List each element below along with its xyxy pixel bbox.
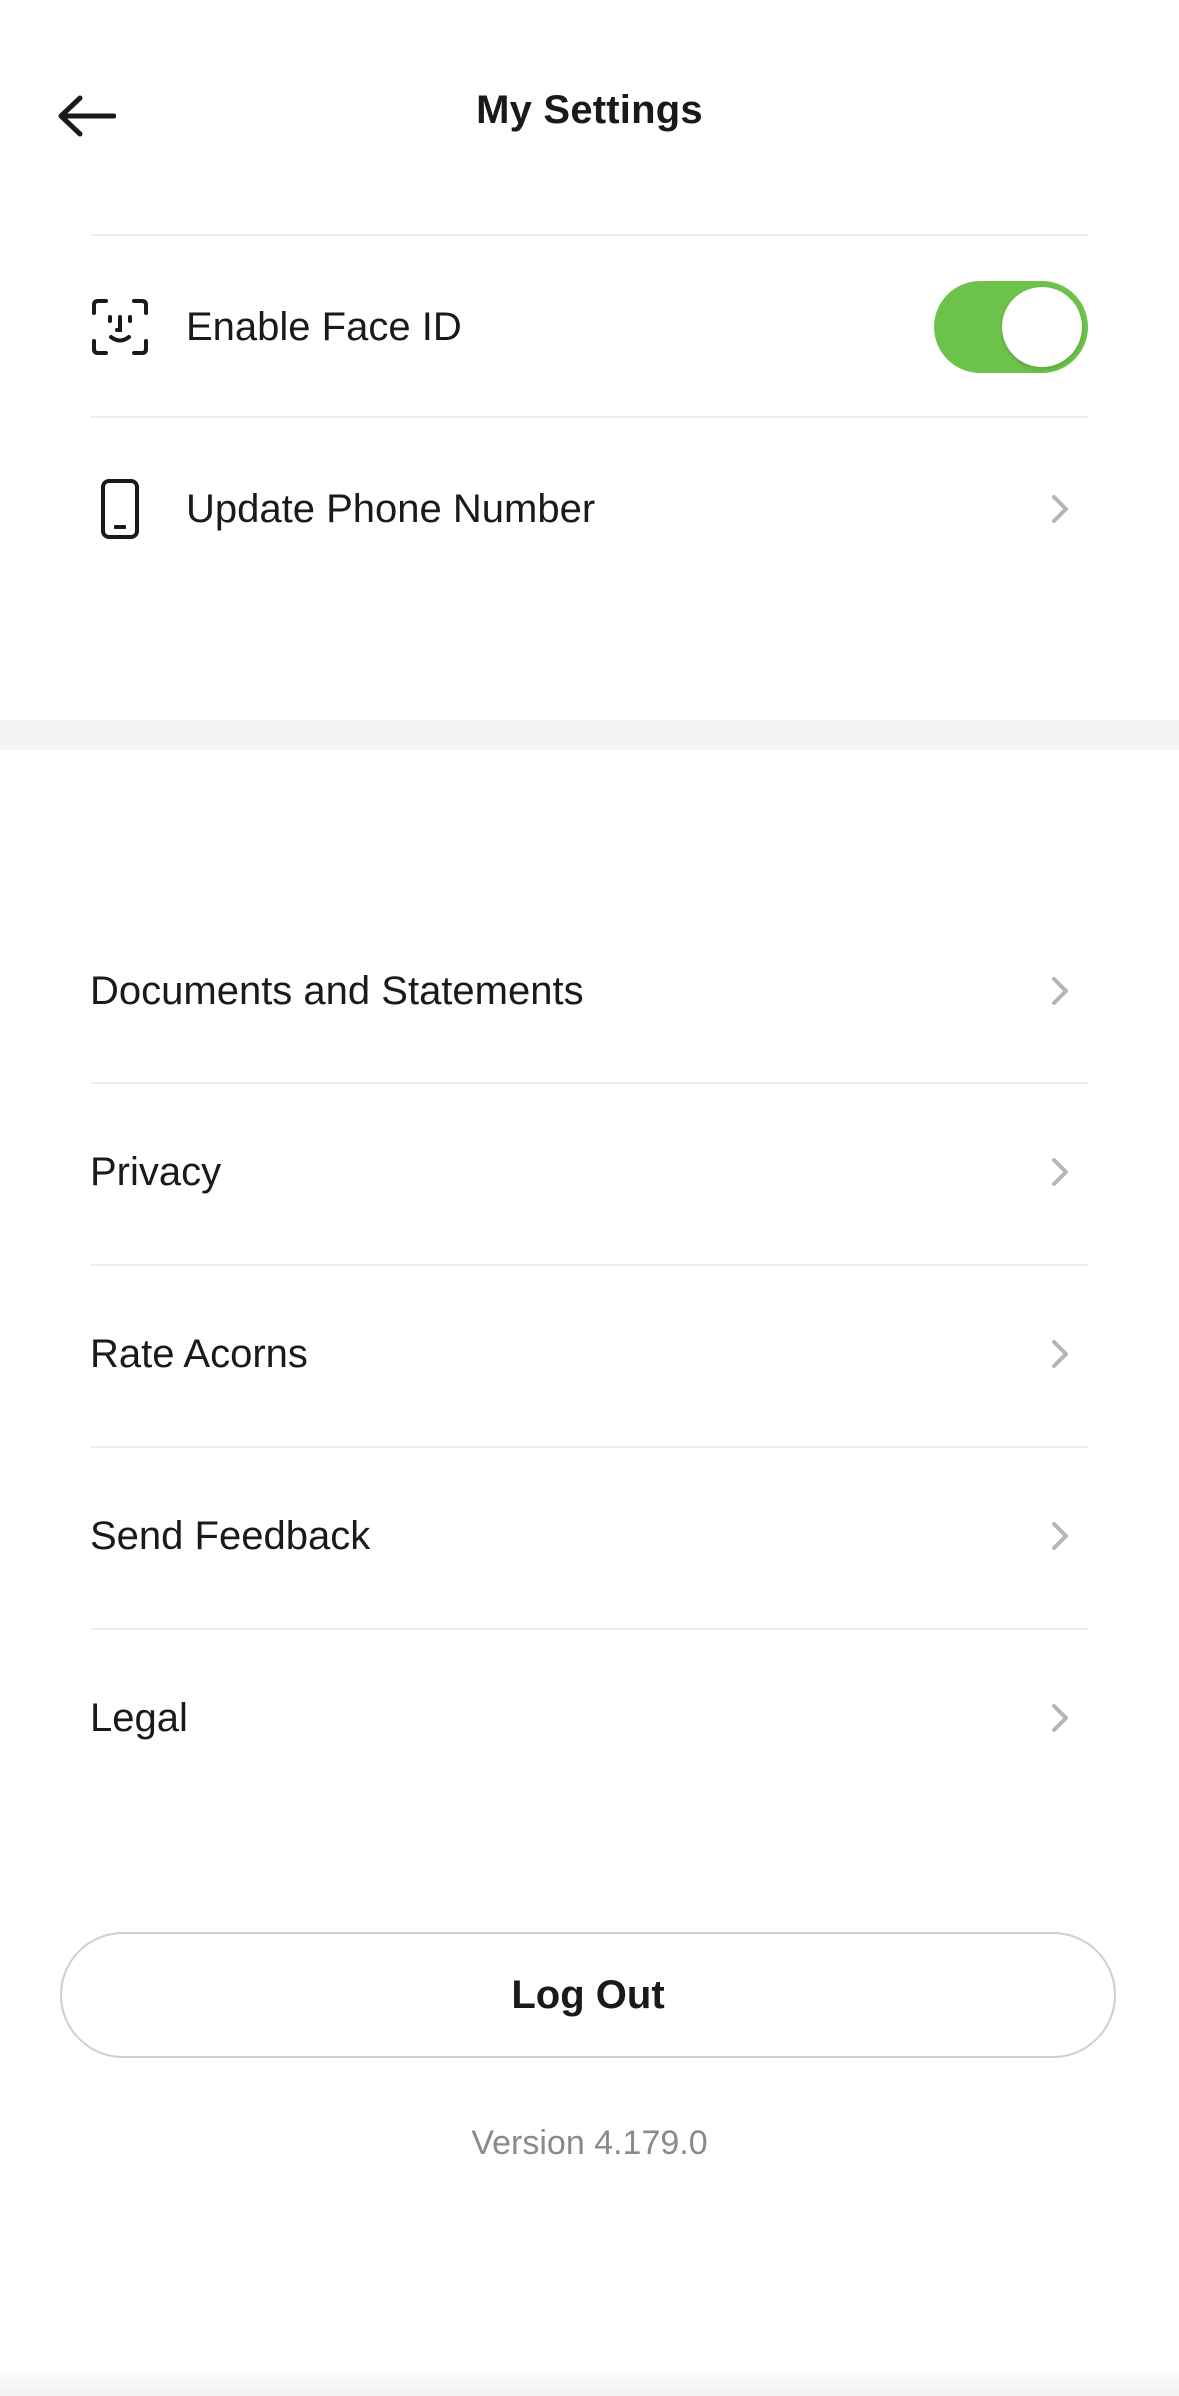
page-title: My Settings — [476, 88, 703, 132]
menu-item-send-feedback[interactable]: Send Feedback — [90, 1446, 1088, 1626]
menu-item-label: Documents and Statements — [90, 968, 584, 1013]
menu-item-label: Rate Acorns — [90, 1331, 308, 1376]
face-id-toggle[interactable] — [934, 281, 1088, 373]
chevron-right-icon — [1040, 971, 1080, 1011]
chevron-right-icon — [1040, 1334, 1080, 1374]
chevron-right-icon — [1040, 1698, 1080, 1738]
chevron-right-icon — [1040, 1152, 1080, 1192]
divider — [90, 416, 1088, 418]
menu-item-documents[interactable]: Documents and Statements — [90, 901, 1088, 1081]
logout-button[interactable]: Log Out — [60, 1932, 1116, 2058]
update-phone-label: Update Phone Number — [186, 486, 596, 531]
menu-item-rate-acorns[interactable]: Rate Acorns — [90, 1264, 1088, 1444]
bottom-edge — [0, 2366, 1179, 2396]
section-separator — [0, 720, 1179, 750]
menu-item-legal[interactable]: Legal — [90, 1628, 1088, 1808]
face-id-row: Enable Face ID — [90, 237, 1088, 417]
menu-item-label: Send Feedback — [90, 1513, 371, 1558]
toggle-knob — [1002, 287, 1082, 367]
face-id-icon — [90, 297, 150, 357]
version-text: Version 4.179.0 — [471, 2124, 708, 2162]
menu-item-label: Privacy — [90, 1149, 222, 1194]
phone-icon — [90, 479, 150, 539]
update-phone-row[interactable]: Update Phone Number — [90, 419, 1088, 599]
face-id-label: Enable Face ID — [186, 304, 462, 349]
menu-item-privacy[interactable]: Privacy — [90, 1082, 1088, 1262]
divider — [90, 234, 1088, 236]
header: My Settings — [0, 0, 1179, 230]
chevron-right-icon — [1040, 1516, 1080, 1556]
menu-item-label: Legal — [90, 1695, 188, 1740]
chevron-right-icon — [1040, 489, 1080, 529]
